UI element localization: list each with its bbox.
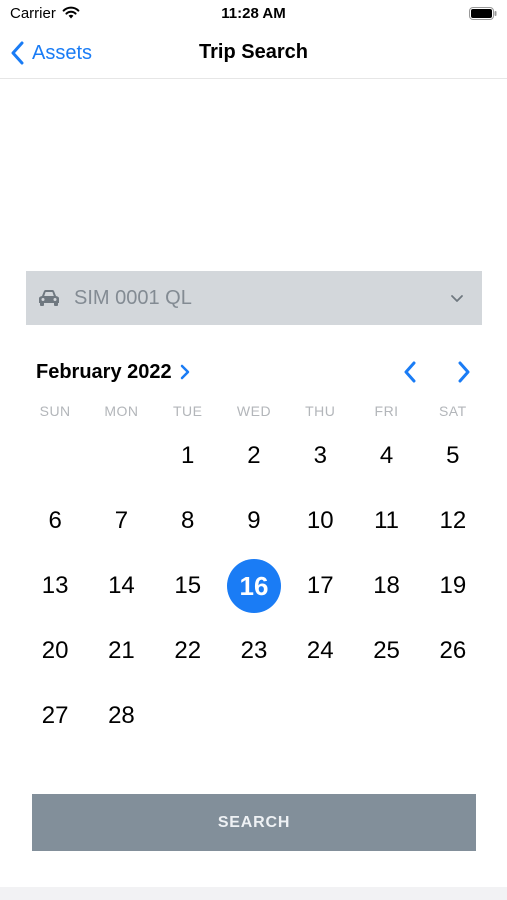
calendar-day[interactable]: 21 bbox=[88, 623, 154, 679]
calendar-day[interactable]: 27 bbox=[22, 688, 88, 744]
month-selector[interactable]: February 2022 bbox=[36, 359, 190, 385]
calendar-day[interactable]: 13 bbox=[22, 558, 88, 614]
bottom-bar bbox=[0, 887, 507, 900]
calendar-week: 20 21 22 23 24 25 26 bbox=[22, 623, 486, 679]
calendar-day-selected[interactable]: 16 bbox=[221, 558, 287, 614]
empty-day bbox=[353, 688, 419, 744]
calendar-day[interactable]: 7 bbox=[88, 493, 154, 549]
weekday-label: SUN bbox=[39, 403, 71, 419]
calendar-day[interactable]: 14 bbox=[88, 558, 154, 614]
month-label: February 2022 bbox=[36, 360, 172, 383]
weekday-label: THU bbox=[305, 403, 336, 419]
empty-day bbox=[221, 688, 287, 744]
calendar-day[interactable]: 1 bbox=[155, 428, 221, 484]
chevron-down-icon bbox=[451, 295, 463, 302]
calendar-day[interactable]: 2 bbox=[221, 428, 287, 484]
calendar-week: 13 14 15 16 17 18 19 bbox=[22, 558, 486, 614]
status-bar: Carrier 11:28 AM bbox=[0, 0, 507, 28]
chevron-right-icon bbox=[458, 361, 470, 383]
empty-day bbox=[88, 428, 154, 484]
weekday-header: SUN MON TUE WED THU FRI SAT bbox=[22, 403, 486, 421]
car-icon bbox=[39, 290, 59, 306]
calendar-day[interactable]: 11 bbox=[353, 493, 419, 549]
weekday-label: TUE bbox=[172, 403, 203, 419]
vehicle-select[interactable]: SIM 0001 QL bbox=[26, 271, 482, 325]
calendar-week: 27 28 bbox=[22, 688, 486, 744]
calendar-day[interactable]: 15 bbox=[155, 558, 221, 614]
empty-day bbox=[155, 688, 221, 744]
calendar-day[interactable]: 3 bbox=[287, 428, 353, 484]
navigation-bar: Assets Trip Search bbox=[0, 28, 507, 79]
calendar-day[interactable]: 8 bbox=[155, 493, 221, 549]
page-title: Trip Search bbox=[199, 41, 308, 63]
chevron-right-icon bbox=[180, 364, 189, 380]
battery-icon bbox=[469, 7, 497, 20]
empty-day bbox=[287, 688, 353, 744]
empty-day bbox=[22, 428, 88, 484]
weekday-label: FRI bbox=[374, 403, 399, 419]
calendar-day[interactable]: 22 bbox=[155, 623, 221, 679]
vehicle-value: SIM 0001 QL bbox=[74, 286, 192, 309]
calendar-day[interactable]: 17 bbox=[287, 558, 353, 614]
calendar-day[interactable]: 6 bbox=[22, 493, 88, 549]
calendar-day[interactable]: 24 bbox=[287, 623, 353, 679]
calendar-day[interactable]: 23 bbox=[221, 623, 287, 679]
status-time: 11:28 AM bbox=[221, 5, 286, 22]
weekday-label: SAT bbox=[438, 403, 467, 419]
previous-month-button[interactable] bbox=[399, 359, 421, 385]
calendar-day[interactable]: 12 bbox=[420, 493, 486, 549]
search-button[interactable]: SEARCH bbox=[32, 794, 476, 851]
calendar-day[interactable]: 18 bbox=[353, 558, 419, 614]
chevron-left-icon bbox=[404, 361, 416, 383]
calendar-day[interactable]: 19 bbox=[420, 558, 486, 614]
calendar-day[interactable]: 25 bbox=[353, 623, 419, 679]
calendar-day[interactable]: 5 bbox=[420, 428, 486, 484]
calendar-day[interactable]: 10 bbox=[287, 493, 353, 549]
weekday-label: WED bbox=[236, 403, 272, 419]
empty-day bbox=[420, 688, 486, 744]
calendar-day[interactable]: 9 bbox=[221, 493, 287, 549]
next-month-button[interactable] bbox=[453, 359, 475, 385]
calendar-day[interactable]: 4 bbox=[353, 428, 419, 484]
calendar-day[interactable]: 20 bbox=[22, 623, 88, 679]
calendar-day[interactable]: 28 bbox=[88, 688, 154, 744]
calendar-day[interactable]: 26 bbox=[420, 623, 486, 679]
calendar-week: 6 7 8 9 10 11 12 bbox=[22, 493, 486, 549]
calendar-week: 1 2 3 4 5 bbox=[22, 428, 486, 484]
weekday-label: MON bbox=[104, 403, 139, 419]
